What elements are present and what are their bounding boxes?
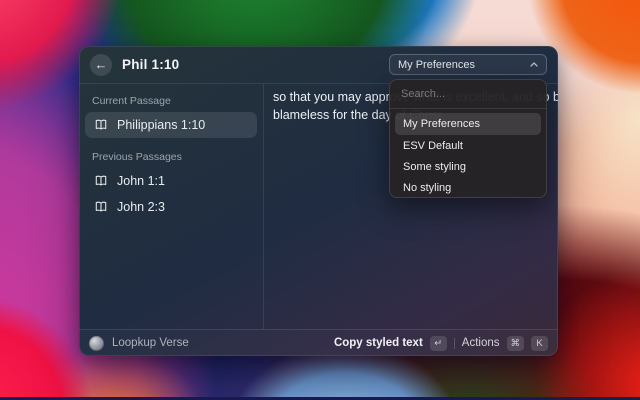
sidebar-item-label: John 2:3	[117, 200, 165, 214]
section-title-previous-passages: Previous Passages	[92, 151, 250, 163]
option-no-styling[interactable]: No styling	[395, 178, 541, 198]
desktop: ← Phil 1:10 My Preferences Current Passa…	[0, 0, 640, 400]
page-title: Phil 1:10	[122, 57, 179, 72]
style-dropdown-value: My Preferences	[398, 59, 475, 71]
extension-name: Loopkup Verse	[112, 337, 189, 349]
option-label: My Preferences	[403, 118, 480, 130]
chevron-up-icon	[530, 62, 538, 67]
sidebar-item-label: John 1:1	[117, 174, 165, 188]
copy-styled-text-action[interactable]: Copy styled text	[334, 337, 423, 349]
action-bar: Loopkup Verse Copy styled text ↵ Actions…	[79, 329, 558, 356]
sidebar-item-label: Philippians 1:10	[117, 118, 205, 132]
section-title-current-passage: Current Passage	[92, 95, 250, 107]
option-label: Some styling	[403, 161, 466, 173]
back-button[interactable]: ←	[90, 54, 112, 76]
option-label: No styling	[403, 182, 451, 194]
sidebar-item-john-1-1[interactable]: John 1:1	[85, 168, 257, 194]
dropdown-search	[390, 80, 546, 109]
k-key-icon: K	[531, 336, 548, 351]
actions-menu-button[interactable]: Actions	[462, 337, 500, 349]
passages-sidebar: Current Passage Philippians 1:10 Previou…	[79, 84, 264, 329]
open-book-icon	[94, 118, 108, 132]
option-my-preferences[interactable]: My Preferences	[395, 113, 541, 135]
launcher-window: ← Phil 1:10 My Preferences Current Passa…	[79, 46, 558, 356]
back-arrow-icon: ←	[95, 57, 108, 72]
command-key-icon: ⌘	[507, 336, 525, 351]
style-dropdown-panel: My Preferences ESV Default Some styling …	[389, 79, 547, 198]
option-esv-default[interactable]: ESV Default	[395, 136, 541, 156]
sidebar-item-john-2-3[interactable]: John 2:3	[85, 194, 257, 220]
dropdown-options: My Preferences ESV Default Some styling …	[390, 109, 546, 198]
dropdown-search-input[interactable]	[401, 88, 535, 100]
style-dropdown[interactable]: My Preferences	[389, 54, 547, 75]
option-some-styling[interactable]: Some styling	[395, 157, 541, 177]
option-label: ESV Default	[403, 140, 463, 152]
open-book-icon	[94, 174, 108, 188]
open-book-icon	[94, 200, 108, 214]
footer-divider	[454, 338, 455, 349]
return-key-icon: ↵	[430, 336, 447, 351]
extension-icon	[89, 336, 104, 351]
footer-actions: Copy styled text ↵ Actions ⌘ K	[334, 336, 548, 351]
sidebar-item-philippians-1-10[interactable]: Philippians 1:10	[85, 112, 257, 138]
